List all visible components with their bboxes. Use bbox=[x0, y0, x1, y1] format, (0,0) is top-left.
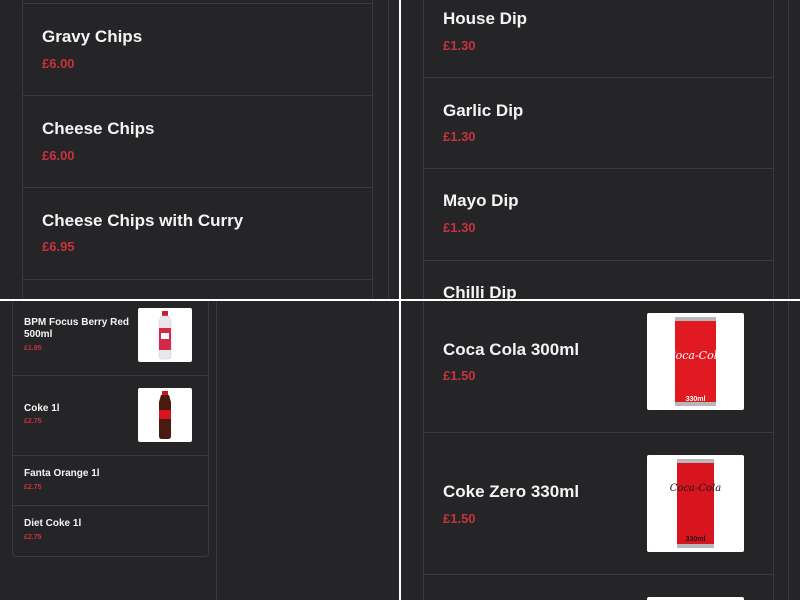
item-price: £1.50 bbox=[443, 511, 476, 526]
menu-item-gravy-chips[interactable]: Gravy Chips £6.00 bbox=[23, 4, 372, 96]
item-price: £1.50 bbox=[443, 368, 476, 383]
can-brand-text: Coca-Cola bbox=[670, 483, 721, 494]
menu-item-diet-coke[interactable]: Diet Coke 1l £2.75 bbox=[13, 506, 208, 557]
menu-item-cheese-chips[interactable]: Cheese Chips £6.00 bbox=[23, 96, 372, 188]
item-name: Fanta Orange 1l bbox=[24, 468, 100, 479]
item-price: £2.75 bbox=[24, 534, 42, 541]
can-volume-text: 330ml bbox=[686, 536, 706, 543]
item-name: Coca Cola 300ml bbox=[443, 340, 580, 359]
menu-list: BPM Focus Berry Red 500ml £1.95 Coke 1l … bbox=[12, 300, 209, 557]
panel-dips: House Dip £1.30 Garlic Dip £1.30 Mayo Di… bbox=[400, 0, 800, 300]
menu-item-house-dip[interactable]: House Dip £1.30 bbox=[424, 0, 773, 78]
divider bbox=[216, 300, 217, 600]
menu-item-garlic-dip[interactable]: Garlic Dip £1.30 bbox=[424, 78, 773, 169]
item-name: Coke Zero 330ml bbox=[443, 482, 580, 501]
can-volume-text: 330ml bbox=[686, 396, 706, 403]
item-price: £1.30 bbox=[443, 220, 476, 235]
item-price: £6.95 bbox=[42, 239, 75, 254]
coke-zero-can-icon: Coca-Cola 330ml bbox=[647, 455, 744, 552]
panel-chips: Gravy Chips £6.00 Cheese Chips £6.00 Che… bbox=[0, 0, 400, 300]
coca-cola-can-icon: Coca-Cola 330ml bbox=[647, 313, 744, 410]
divider bbox=[0, 299, 800, 301]
can-brand-text: Coca-Cola bbox=[667, 349, 724, 362]
item-name: BPM Focus Berry Red 500ml bbox=[24, 317, 130, 340]
menu-item-mayo-dip[interactable]: Mayo Dip £1.30 bbox=[424, 169, 773, 261]
item-price: £2.75 bbox=[24, 484, 42, 491]
item-name: Diet Coke 1l bbox=[24, 518, 82, 529]
item-price: £1.95 bbox=[24, 345, 42, 352]
menu-item-fanta-orange[interactable]: Fanta Orange 1l £2.75 bbox=[13, 456, 208, 506]
menu-item-coke-zero-330ml[interactable]: Coke Zero 330ml £1.50 Coca-Cola 330ml bbox=[424, 433, 773, 575]
list-item[interactable] bbox=[424, 575, 773, 600]
panel-soft-drinks: Coca Cola 300ml £1.50 Coca-Cola 330ml Co… bbox=[400, 300, 800, 600]
menu-list: Coca Cola 300ml £1.50 Coca-Cola 330ml Co… bbox=[423, 300, 774, 600]
item-name: Chilli Dip bbox=[443, 283, 517, 300]
item-name: Garlic Dip bbox=[443, 101, 524, 120]
menu-list: Gravy Chips £6.00 Cheese Chips £6.00 Che… bbox=[22, 0, 373, 300]
scrollbar[interactable] bbox=[788, 300, 800, 600]
coke-bottle-icon bbox=[138, 388, 192, 442]
scrollbar[interactable] bbox=[788, 0, 800, 300]
menu-item-cheese-chips-curry[interactable]: Cheese Chips with Curry £6.95 bbox=[23, 188, 372, 280]
item-price: £1.30 bbox=[443, 129, 476, 144]
item-name: House Dip bbox=[443, 9, 528, 28]
menu-item-coca-cola-300ml[interactable]: Coca Cola 300ml £1.50 Coca-Cola 330ml bbox=[424, 300, 773, 433]
item-price: £2.75 bbox=[24, 418, 42, 425]
menu-item-bpm-focus[interactable]: BPM Focus Berry Red 500ml £1.95 bbox=[13, 300, 208, 376]
item-name: Mayo Dip bbox=[443, 191, 519, 210]
item-name: Coke 1l bbox=[24, 403, 60, 414]
item-name: Cheese Chips bbox=[42, 119, 155, 138]
panel-soft-drinks-small: BPM Focus Berry Red 500ml £1.95 Coke 1l … bbox=[0, 300, 400, 600]
menu-item-chilli-dip[interactable]: Chilli Dip bbox=[424, 261, 773, 300]
item-price: £1.30 bbox=[443, 38, 476, 53]
item-name: Cheese Chips with Curry bbox=[42, 211, 244, 230]
item-name: Gravy Chips bbox=[42, 27, 143, 46]
item-price: £6.00 bbox=[42, 148, 75, 163]
bpm-bottle-icon bbox=[138, 308, 192, 362]
item-price: £6.00 bbox=[42, 56, 75, 71]
menu-list: House Dip £1.30 Garlic Dip £1.30 Mayo Di… bbox=[423, 0, 774, 300]
menu-item-coke-1l[interactable]: Coke 1l £2.75 bbox=[13, 376, 208, 456]
